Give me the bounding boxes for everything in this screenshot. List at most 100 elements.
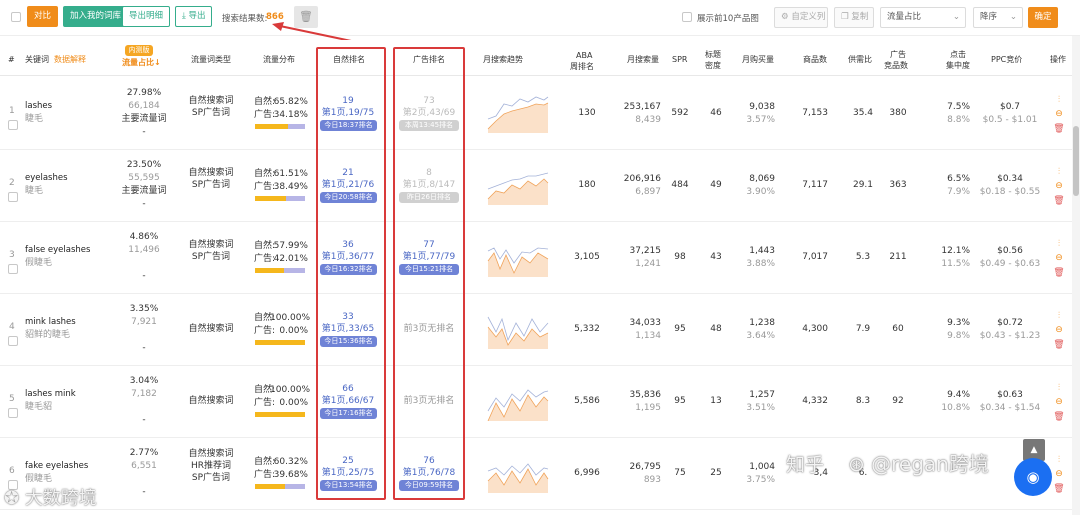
traffic-share-dash: -	[142, 271, 146, 281]
header-title: 标题	[705, 50, 721, 59]
custom-columns-button[interactable]: ⚙ 自定义列	[774, 7, 828, 28]
copy-button[interactable]: ❐ 复制	[834, 7, 874, 28]
keyword-text[interactable]: lashes	[25, 101, 52, 112]
minus-circle-icon[interactable]: ⊖	[1053, 468, 1065, 480]
ad-rank-number[interactable]: 77	[398, 240, 460, 251]
keyword-text[interactable]: mink lashes	[25, 317, 76, 328]
sort-field-select[interactable]: 流量占比 ⌄	[880, 7, 966, 28]
delete-icon[interactable]: 🗑	[1053, 339, 1065, 351]
monthly-trend-sparkline[interactable]	[486, 311, 550, 349]
monthly-buy-rate: 3.75%	[746, 475, 775, 485]
keyword-text[interactable]: eyelashes	[25, 173, 68, 184]
monthly-buy: 9,038	[749, 102, 775, 112]
traffic-share-value: 2.77%	[129, 448, 159, 458]
compare-button[interactable]: 对比	[27, 6, 59, 27]
export-button[interactable]: ⤓ 导出	[175, 6, 213, 27]
keyword-translation: 貂鲜的睫毛	[25, 330, 71, 340]
delete-icon[interactable]: 🗑	[1053, 195, 1065, 207]
minus-circle-icon[interactable]: ⊖	[1053, 180, 1065, 192]
ad-rank-number[interactable]: 76	[398, 456, 460, 467]
traffic-dist-bar-fill	[255, 268, 284, 273]
aba-rank: 5,332	[574, 324, 600, 334]
keyword-text[interactable]: false eyelashes	[25, 245, 90, 256]
minus-circle-icon[interactable]: ⊖	[1053, 108, 1065, 120]
product-count: 7,017	[802, 252, 828, 262]
delete-icon[interactable]: 🗑	[1053, 483, 1065, 495]
header-click: 点击	[950, 50, 966, 59]
click-concentration-sub: 9.8%	[947, 331, 970, 341]
natural-rank-number[interactable]: 19	[318, 96, 378, 107]
chart-icon[interactable]: ⫶	[1053, 238, 1065, 250]
chart-icon[interactable]: ⫶	[1053, 310, 1065, 322]
aba-rank: 3,105	[574, 252, 600, 262]
chart-icon[interactable]: ⫶	[1053, 454, 1065, 466]
natural-rank-number[interactable]: 21	[318, 168, 378, 179]
natural-rank-time-badge: 今日20:58排名	[320, 192, 377, 203]
minus-circle-icon[interactable]: ⊖	[1053, 324, 1065, 336]
chat-button[interactable]: ◉	[1014, 458, 1052, 496]
add-library-button[interactable]: 加入我的词库	[63, 6, 129, 27]
monthly-buy-rate: 3.64%	[746, 331, 775, 341]
row-checkbox[interactable]	[8, 192, 18, 202]
dist-natural-pct: 57.99%	[273, 241, 308, 251]
natural-rank-page: 第1页,66/67	[321, 396, 375, 406]
delete-icon[interactable]: 🗑	[1053, 123, 1065, 135]
aba-rank: 6,996	[574, 468, 600, 478]
row-checkbox[interactable]	[8, 120, 18, 130]
monthly-trend-sparkline[interactable]	[486, 455, 550, 493]
confirm-button[interactable]: 确定	[1028, 7, 1058, 28]
trend-line-previous	[487, 463, 549, 476]
natural-rank-page: 第1页,36/77	[321, 252, 375, 262]
minus-circle-icon[interactable]: ⊖	[1053, 252, 1065, 264]
monthly-trend-sparkline[interactable]	[486, 95, 550, 133]
chart-icon[interactable]: ⫶	[1053, 166, 1065, 178]
supply-demand-ratio: 7.9	[855, 324, 871, 334]
header-traffic-share[interactable]: 流量占比↓	[122, 57, 161, 68]
header-title-density: 密度	[705, 61, 721, 70]
natural-rank-time-badge: 今日17:16排名	[320, 408, 377, 419]
ad-rank-number[interactable]: 73	[398, 96, 460, 107]
delete-icon[interactable]: 🗑	[1053, 267, 1065, 279]
natural-rank-number[interactable]: 36	[318, 240, 378, 251]
monthly-trend-sparkline[interactable]	[486, 383, 550, 421]
monthly-search-daily: 1,241	[635, 259, 661, 269]
scrollbar-thumb[interactable]	[1073, 126, 1079, 196]
natural-rank-page: 第1页,19/75	[321, 108, 375, 118]
ppc-bid: $0.7	[999, 102, 1021, 112]
dist-natural-pct: 61.51%	[273, 169, 308, 179]
monthly-search: 253,167	[623, 102, 661, 112]
supply-demand-ratio: 35.4	[852, 108, 874, 118]
natural-rank-number[interactable]: 33	[318, 312, 378, 323]
ppc-range: $0.49 - $0.63	[979, 259, 1041, 269]
row-checkbox[interactable]	[8, 408, 18, 418]
natural-rank-number[interactable]: 25	[318, 456, 378, 467]
keyword-text[interactable]: fake eyelashes	[25, 461, 88, 472]
traffic-share-dash: -	[142, 199, 146, 209]
natural-rank-page: 第1页,33/65	[321, 324, 375, 334]
monthly-trend-sparkline[interactable]	[486, 239, 550, 277]
chart-icon[interactable]: ⫶	[1053, 94, 1065, 106]
traffic-share-value: 23.50%	[126, 160, 162, 170]
export-detail-button[interactable]: 导出明细	[122, 6, 171, 27]
data-explain-link[interactable]: 数据解释	[54, 54, 86, 65]
table-header: # 关键词 数据解释 内测版 流量占比↓ 流量词类型 流量分布 自然排名 广告排…	[0, 40, 1072, 76]
row-checkbox[interactable]	[8, 336, 18, 346]
natural-rank-number[interactable]: 66	[318, 384, 378, 395]
dist-natural-pct: 65.82%	[273, 97, 308, 107]
supply-demand-ratio: 5.3	[855, 252, 871, 262]
monthly-search-daily: 893	[643, 475, 661, 485]
minus-circle-icon[interactable]: ⊖	[1053, 396, 1065, 408]
show-top10-checkbox[interactable]	[682, 12, 692, 22]
traffic-share-dash: -	[142, 343, 146, 353]
dist-ad-pct: 0.00%	[279, 326, 308, 336]
sort-order-select[interactable]: 降序 ⌄	[973, 7, 1023, 28]
delete-icon[interactable]: 🗑	[1053, 411, 1065, 423]
chart-icon[interactable]: ⫶	[1053, 382, 1065, 394]
vertical-scrollbar[interactable]	[1072, 36, 1080, 515]
ad-rank-page: 第1页,8/147	[402, 180, 456, 190]
monthly-trend-sparkline[interactable]	[486, 167, 550, 205]
row-checkbox[interactable]	[8, 264, 18, 274]
ad-rank-number[interactable]: 8	[398, 168, 460, 179]
select-all-checkbox[interactable]	[11, 12, 21, 22]
keyword-text[interactable]: lashes mink	[25, 389, 76, 400]
